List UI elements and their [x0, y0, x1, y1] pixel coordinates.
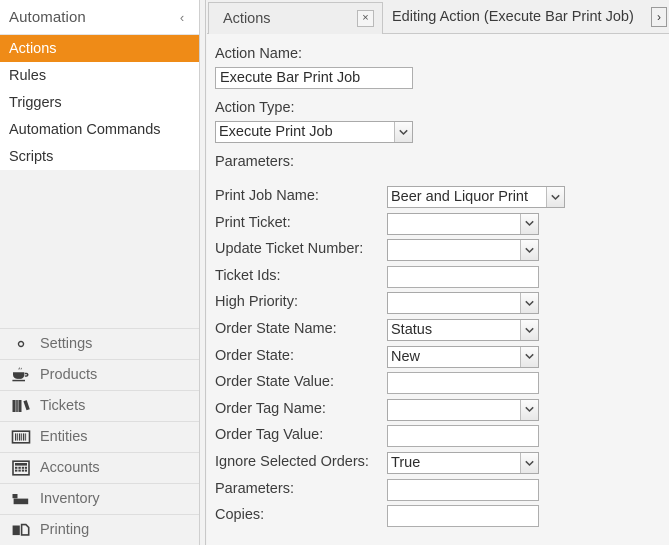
param-label-ignore-selected-orders: Ignore Selected Orders: [215, 454, 369, 470]
param-combobox-ignore-selected-orders-value: True [391, 455, 421, 471]
action-type-label: Action Type: [215, 100, 295, 116]
param-combobox-order-state[interactable]: New [387, 345, 539, 368]
param-combobox-order-state-name[interactable]: Status [387, 319, 539, 341]
param-combobox-print-ticket-value [388, 214, 520, 234]
param-label-order-state-name: Order State Name: [215, 321, 337, 337]
sidebar-splitter[interactable] [200, 0, 206, 545]
calculator-icon [8, 458, 34, 478]
chevron-down-icon[interactable] [520, 320, 538, 340]
param-label-order-tag-value: Order Tag Value: [215, 427, 324, 444]
sidebar-category-label: Printing [40, 522, 90, 538]
books-icon [8, 396, 34, 416]
sidebar-item-label: Scripts [9, 148, 54, 165]
sidebar: Automation ‹ Actions Rules Triggers Automat… [0, 0, 200, 545]
sidebar-category-label: Settings [40, 336, 93, 352]
param-label-copies: Copies: [215, 507, 265, 524]
sidebar-item-label: Automation Commands [9, 121, 161, 138]
param-combobox-order-state-name-value: Status [391, 322, 433, 338]
chevron-down-icon[interactable] [394, 122, 412, 142]
action-type-combobox[interactable]: Execute Print Job [215, 121, 413, 143]
sidebar-category-products[interactable]: Products [0, 359, 199, 390]
sidebar-item-actions[interactable]: Actions [0, 35, 199, 62]
param-combobox-order-state-value: New [391, 348, 421, 365]
sidebar-title: Automation [9, 8, 86, 26]
param-input-ticket-ids[interactable] [387, 265, 539, 288]
sidebar-collapse-chevron-left-icon[interactable]: ‹ [171, 0, 193, 34]
tab-scroll-right-icon[interactable]: › [651, 7, 667, 27]
param-combobox-ignore-selected-orders[interactable]: True [387, 452, 539, 474]
param-combobox-order-tag-name-value [388, 400, 520, 420]
coffee-cup-icon [8, 365, 34, 385]
sidebar-category-label: Inventory [40, 491, 100, 507]
sidebar-category-settings[interactable]: Settings [0, 328, 199, 359]
sidebar-empty-area [0, 170, 199, 320]
sidebar-category-label: Tickets [40, 398, 86, 414]
param-label-high-priority: High Priority: [215, 294, 298, 311]
param-combobox-high-priority[interactable] [387, 292, 539, 315]
param-label-print-job-name: Print Job Name: [215, 188, 319, 204]
param-label-order-state-value: Order State Value: [215, 374, 335, 391]
parameters-header-label: Parameters: [215, 154, 294, 170]
param-input-order-state-value[interactable] [387, 372, 539, 395]
param-label-parameters: Parameters: [215, 480, 294, 497]
chevron-down-icon[interactable] [520, 399, 538, 420]
sidebar-category-list: Settings Products Tickets Entities Accounts I… [0, 328, 199, 545]
sidebar-category-label: Accounts [40, 460, 100, 476]
sidebar-category-accounts[interactable]: Accounts [0, 452, 199, 483]
sidebar-item-scripts[interactable]: Scripts [0, 143, 199, 170]
param-combobox-high-priority-value [388, 293, 520, 313]
sidebar-item-label: Actions [9, 40, 57, 57]
sidebar-nav-list: Actions Rules Triggers Automation Commands S… [0, 35, 199, 170]
param-label-order-tag-name: Order Tag Name: [215, 400, 326, 417]
param-combobox-update-ticket-number-value [388, 240, 520, 260]
action-name-input[interactable]: Execute Bar Print Job [215, 67, 413, 89]
tab-actions[interactable]: Actions × [208, 2, 383, 34]
sidebar-category-printing[interactable]: Printing [0, 514, 199, 545]
tab-actions-label: Actions [223, 10, 271, 27]
gear-icon [8, 334, 34, 354]
sidebar-item-label: Rules [9, 67, 47, 84]
param-label-print-ticket: Print Ticket: [215, 214, 291, 231]
application-window: Automation ‹ Actions Rules Triggers Automat… [0, 0, 669, 545]
tab-editing-action-title[interactable]: Editing Action (Execute Bar Print Job) [392, 0, 634, 34]
param-combobox-update-ticket-number[interactable] [387, 239, 539, 262]
tab-strip: Actions × Editing Action (Execute Bar Pr… [207, 0, 669, 34]
param-combobox-print-job-name[interactable]: Beer and Liquor Print [387, 186, 565, 208]
chevron-down-icon[interactable] [546, 187, 564, 207]
chevron-down-icon[interactable] [520, 213, 538, 234]
chevron-down-icon[interactable] [520, 453, 538, 473]
param-input-parameters[interactable] [387, 478, 539, 501]
action-name-label: Action Name: [215, 46, 303, 62]
param-combobox-order-tag-name[interactable] [387, 398, 539, 421]
param-label-order-state: Order State: [215, 347, 294, 364]
chevron-down-icon[interactable] [520, 293, 538, 314]
tab-close-icon[interactable]: × [357, 10, 374, 27]
param-input-order-tag-value[interactable] [387, 425, 539, 448]
sidebar-category-entities[interactable]: Entities [0, 421, 199, 452]
action-type-combobox-value: Execute Print Job [219, 124, 333, 140]
sidebar-category-label: Entities [40, 429, 88, 445]
chevron-down-icon[interactable] [520, 346, 538, 367]
sidebar-category-inventory[interactable]: Inventory [0, 483, 199, 514]
chevron-down-icon[interactable] [520, 240, 538, 261]
param-label-update-ticket-number: Update Ticket Number: [215, 241, 364, 258]
param-label-ticket-ids: Ticket Ids: [215, 267, 281, 284]
main-panel: Actions × Editing Action (Execute Bar Pr… [207, 0, 669, 545]
param-input-copies[interactable] [387, 505, 539, 528]
printer-icon [8, 520, 34, 540]
sidebar-category-label: Products [40, 367, 98, 383]
boxes-icon [8, 489, 34, 509]
param-combobox-print-job-name-value: Beer and Liquor Print [391, 189, 529, 205]
sidebar-item-triggers[interactable]: Triggers [0, 89, 199, 116]
param-combobox-print-ticket[interactable] [387, 212, 539, 235]
sidebar-item-rules[interactable]: Rules [0, 62, 199, 89]
sidebar-item-label: Triggers [9, 94, 62, 111]
barcode-icon [8, 427, 34, 447]
sidebar-header: Automation ‹ [0, 0, 199, 35]
sidebar-category-tickets[interactable]: Tickets [0, 390, 199, 421]
sidebar-item-automation-commands[interactable]: Automation Commands [0, 116, 199, 143]
action-editor-form: Action Name: Execute Bar Print Job Action … [207, 34, 669, 545]
